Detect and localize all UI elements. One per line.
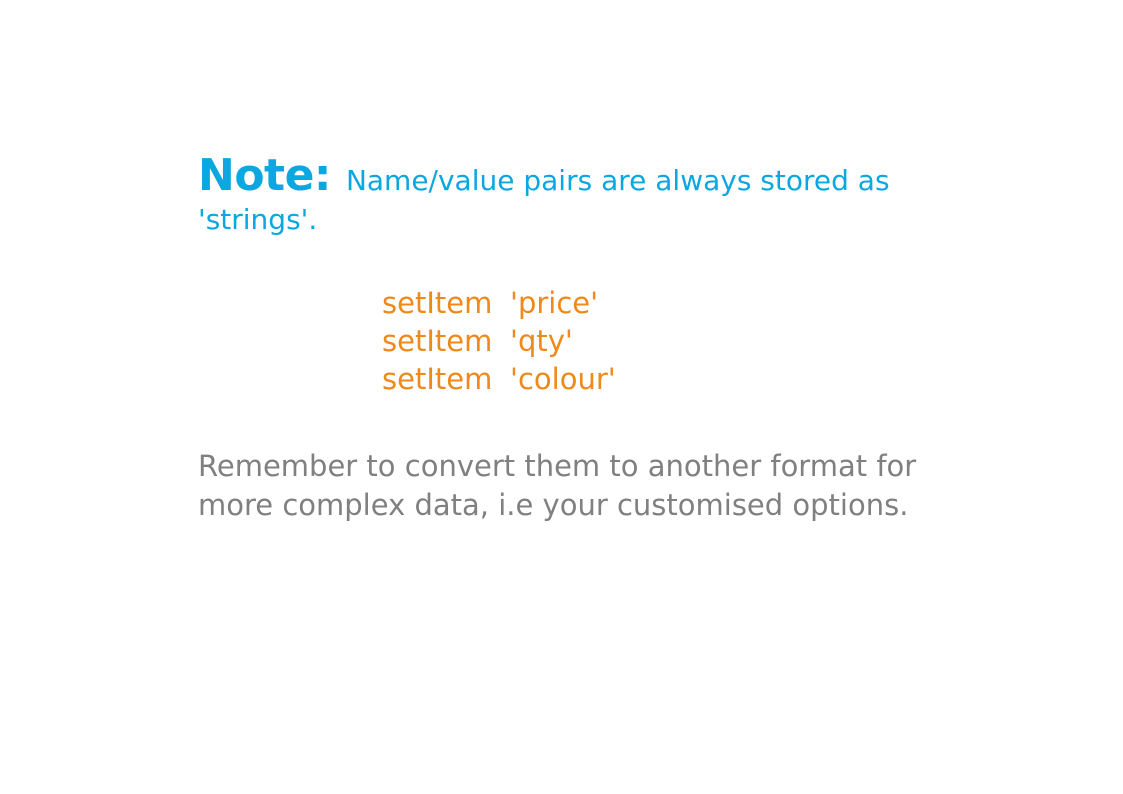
code-method: setItem — [382, 324, 493, 358]
code-argument: 'price' — [510, 286, 599, 320]
note-label: Note: — [198, 150, 332, 201]
code-argument: 'qty' — [510, 324, 573, 358]
code-line-price: setItem 'price' — [382, 284, 616, 322]
slide: Note: Name/value pairs are always stored… — [0, 0, 1123, 794]
code-line-colour: setItem 'colour' — [382, 360, 616, 398]
code-method: setItem — [382, 362, 493, 396]
code-argument: 'colour' — [510, 362, 616, 396]
code-method: setItem — [382, 286, 493, 320]
code-example-list: setItem 'price' setItem 'qty' setItem 'colo… — [382, 284, 616, 398]
note-paragraph: Note: Name/value pairs are always stored… — [198, 154, 938, 239]
reminder-paragraph: Remember to convert them to another form… — [198, 449, 917, 522]
code-line-qty: setItem 'qty' — [382, 322, 616, 360]
